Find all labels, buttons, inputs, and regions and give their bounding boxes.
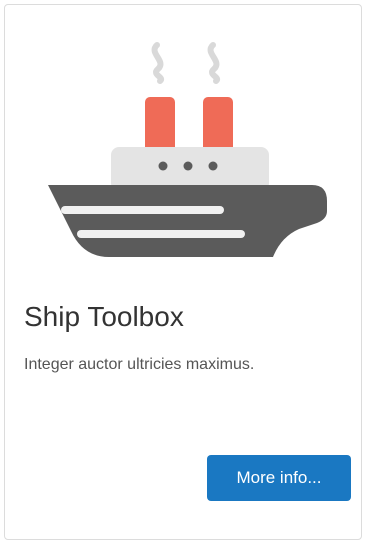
steam-left: [151, 42, 165, 84]
porthole: [183, 161, 193, 171]
card-title: Ship Toolbox: [24, 301, 184, 332]
porthole: [158, 161, 168, 171]
hull: [48, 185, 327, 257]
porthole: [208, 161, 218, 171]
chimney-right: [203, 97, 233, 153]
ship-icon: [48, 42, 327, 257]
chimney-left: [145, 97, 175, 153]
hull-stripe: [77, 230, 245, 238]
card-description: Integer auctor ultricies maximus.: [24, 356, 255, 373]
steam-right: [207, 42, 221, 84]
product-card: Ship Toolbox Integer auctor ultricies ma…: [4, 4, 362, 540]
more-info-button[interactable]: More info...: [207, 455, 351, 501]
hull-stripe: [61, 206, 224, 214]
